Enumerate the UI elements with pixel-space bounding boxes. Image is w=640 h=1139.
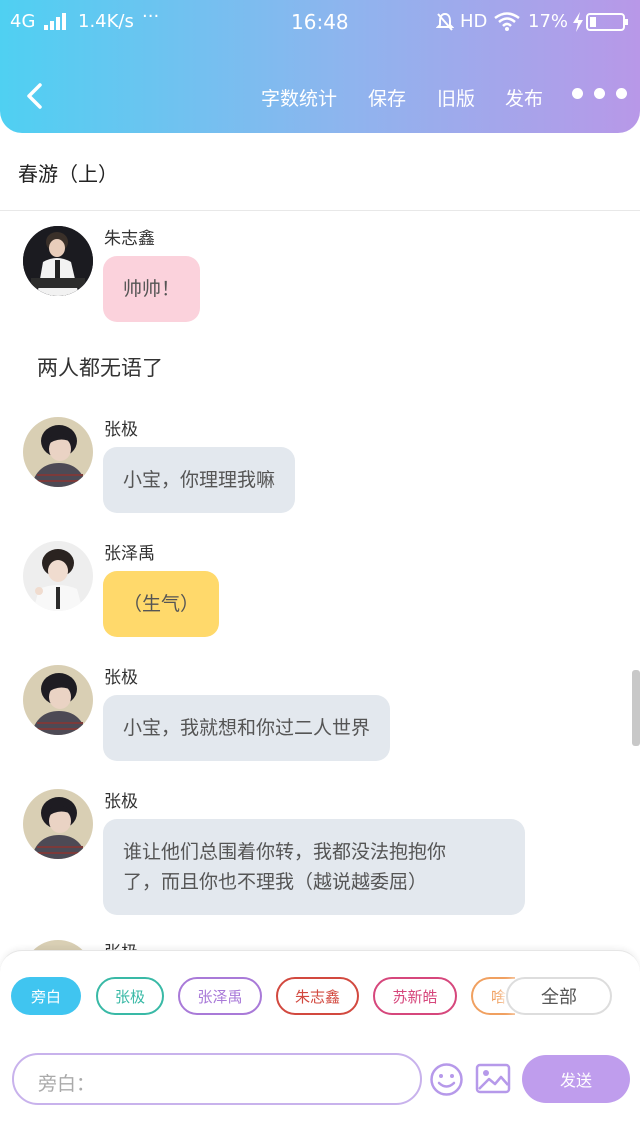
app-header: 4G 1.4K/s ··· 16:48 HD 17% 字数统计 保存 旧版 发布: [0, 0, 640, 133]
status-bar: 4G 1.4K/s ··· 16:48 HD 17%: [0, 0, 640, 44]
narration-text[interactable]: 两人都无语了: [37, 352, 163, 382]
back-arrow-icon[interactable]: [22, 81, 48, 111]
signal-icon: [44, 13, 66, 30]
sender-name: 张泽禹: [104, 544, 155, 564]
message-line: 了，而且你也不理我（越说越委屈）: [123, 871, 428, 893]
status-dots: ···: [142, 6, 160, 27]
wifi-icon: [494, 12, 520, 31]
emoji-icon[interactable]: [429, 1062, 464, 1097]
message-bubble[interactable]: 小宝，我就想和你过二人世界: [103, 695, 391, 761]
send-button[interactable]: 发送: [522, 1055, 630, 1103]
avatar[interactable]: [23, 541, 93, 611]
all-roles-button[interactable]: 全部: [506, 977, 612, 1015]
old-version-button[interactable]: 旧版: [437, 84, 475, 111]
role-chip[interactable]: 张极: [96, 977, 164, 1015]
avatar[interactable]: [23, 789, 93, 859]
message-bubble[interactable]: 帅帅！: [103, 256, 201, 322]
message-bubble[interactable]: 谁让他们总围着你转，我都没法抱抱你 了，而且你也不理我（越说越委屈）: [103, 819, 525, 915]
battery-percent: 17%: [528, 11, 569, 32]
editor-toolbar: 字数统计 保存 旧版 发布: [0, 70, 640, 122]
scrollbar[interactable]: [632, 670, 640, 746]
clock: 16:48: [291, 10, 349, 34]
mute-bell-icon: [436, 12, 454, 31]
network-indicator: 4G: [10, 11, 36, 32]
message-line: 谁让他们总围着你转，我都没法抱抱你: [123, 841, 447, 863]
hd-indicator: HD: [460, 11, 488, 32]
sender-name: 朱志鑫: [104, 229, 155, 249]
story-title[interactable]: 春游（上）: [18, 158, 118, 187]
message-input[interactable]: 旁白：: [12, 1053, 422, 1105]
publish-button[interactable]: 发布: [505, 84, 543, 111]
sender-name: 张极: [104, 792, 138, 812]
role-chip[interactable]: 苏新皓: [373, 977, 457, 1015]
net-speed: 1.4K/s: [78, 11, 134, 32]
save-button[interactable]: 保存: [368, 84, 406, 111]
message-bubble[interactable]: （生气）: [103, 571, 220, 637]
avatar[interactable]: [23, 417, 93, 487]
role-chip[interactable]: 朱志鑫: [276, 977, 359, 1015]
sender-name: 张极: [104, 420, 138, 440]
more-options-icon[interactable]: [572, 88, 627, 99]
role-chip-narrator[interactable]: 旁白: [11, 977, 81, 1015]
battery-charging-icon: [573, 12, 628, 32]
role-chip[interactable]: 张泽禹: [178, 977, 262, 1015]
image-icon[interactable]: [475, 1063, 511, 1094]
sender-name: 张极: [104, 668, 138, 688]
message-bubble[interactable]: 小宝，你理理我嘛: [103, 447, 296, 513]
divider: [0, 210, 640, 211]
avatar[interactable]: [23, 665, 93, 735]
word-count-button[interactable]: 字数统计: [261, 84, 337, 111]
avatar[interactable]: [23, 226, 93, 296]
